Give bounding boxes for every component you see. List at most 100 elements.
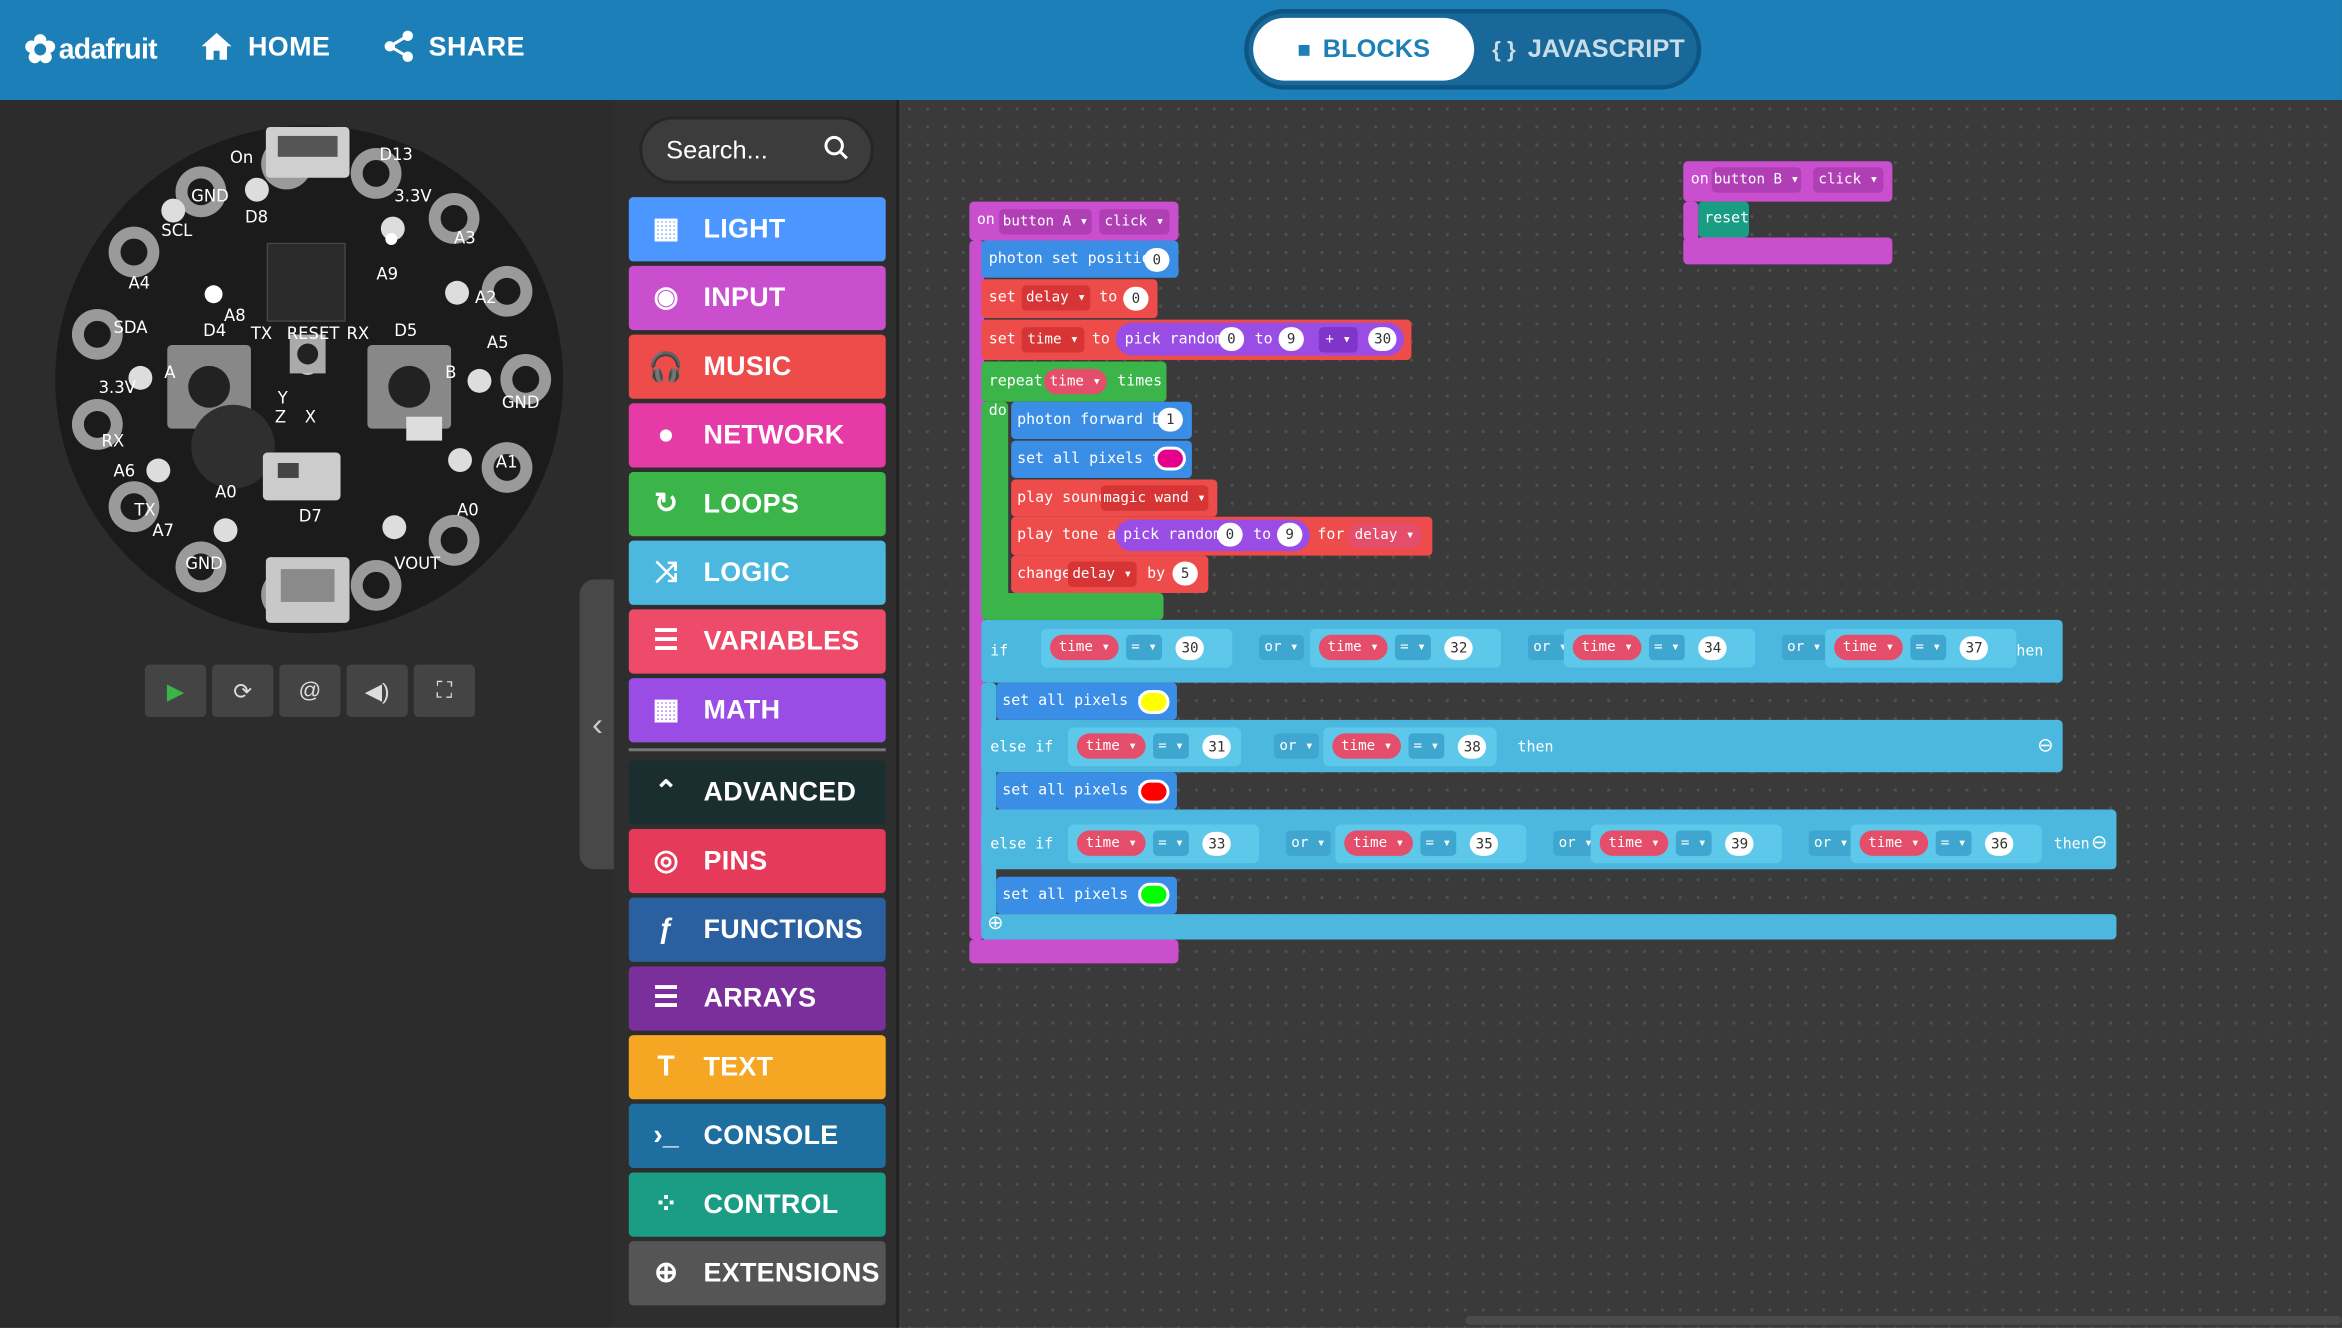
time-variable-pill[interactable]: time ▾ <box>1076 733 1146 759</box>
equals-dropdown[interactable]: = ▾ <box>1153 830 1189 856</box>
add-value[interactable]: 30 <box>1368 327 1398 351</box>
compare-value[interactable]: 39 <box>1725 831 1755 856</box>
compare-value[interactable]: 34 <box>1698 636 1728 661</box>
toolbox-category-input[interactable]: ◉ INPUT <box>628 265 886 331</box>
change-var-dropdown[interactable]: delay ▾ <box>1067 561 1137 587</box>
change-value[interactable]: 5 <box>1172 561 1198 586</box>
plus-operator-dropdown[interactable]: + ▾ <box>1318 327 1358 353</box>
board-pin-label: GND <box>502 393 540 412</box>
toolbox-category-network[interactable]: ● NETWORK <box>628 403 886 468</box>
button-b-dropdown[interactable]: button B ▾ <box>1711 167 1802 193</box>
toolbox-category-console[interactable]: ›_ CONSOLE <box>628 1103 886 1168</box>
sound-dropdown[interactable]: magic wand ▾ <box>1100 485 1209 511</box>
horizontal-scrollbar[interactable] <box>1465 1315 2342 1325</box>
time-variable-pill[interactable]: time ▾ <box>1050 634 1119 661</box>
pixel-color-swatch[interactable] <box>1154 446 1186 471</box>
equals-dropdown[interactable]: = ▾ <box>1648 634 1685 661</box>
set-label: set <box>988 289 1016 307</box>
time-variable-pill[interactable]: time ▾ <box>1572 634 1642 661</box>
compare-value[interactable]: 35 <box>1469 831 1499 856</box>
equals-dropdown[interactable]: = ▾ <box>1408 733 1445 759</box>
equals-dropdown[interactable]: = ▾ <box>1126 634 1163 661</box>
pixel-color-swatch[interactable] <box>1138 779 1170 804</box>
compare-value[interactable]: 37 <box>1959 636 1989 661</box>
compare-value[interactable]: 32 <box>1444 636 1474 661</box>
compare-value[interactable]: 36 <box>1984 831 2015 856</box>
if-foot[interactable] <box>981 914 2117 940</box>
play-button[interactable]: ▶ <box>144 664 207 717</box>
remove-else-if-icon[interactable]: ⊖ <box>2037 733 2053 757</box>
remove-else-if-2-icon[interactable]: ⊖ <box>2091 830 2107 854</box>
share-button[interactable]: SHARE <box>382 30 525 63</box>
position-value[interactable]: 0 <box>1144 247 1170 272</box>
time-variable-pill[interactable]: time ▾ <box>1599 830 1669 856</box>
board-pin-label: D8 <box>245 208 268 227</box>
toolbox-category-functions[interactable]: ƒ FUNCTIONS <box>628 897 886 962</box>
then-label-3: then <box>2053 836 2090 853</box>
slow-mode-button[interactable]: @ <box>279 664 341 717</box>
time-variable-pill[interactable]: time ▾ <box>1834 634 1903 661</box>
click-b-dropdown[interactable]: click ▾ <box>1813 167 1884 193</box>
time-variable-pill[interactable]: time ▾ <box>1332 733 1401 759</box>
time-variable-pill[interactable]: time ▾ <box>1344 830 1413 856</box>
time-variable-pill[interactable]: time ▾ <box>1859 830 1929 856</box>
toolbox-category-pins[interactable]: ◎ PINS <box>628 828 886 894</box>
toolbox-search-input[interactable]: Search... <box>639 116 874 184</box>
home-button[interactable]: HOME <box>199 30 331 63</box>
or-dropdown[interactable]: or ▾ <box>1808 830 1854 856</box>
compare-value[interactable]: 30 <box>1175 636 1205 661</box>
tab-javascript[interactable]: { } JAVASCRIPT <box>1480 18 1697 81</box>
toolbox-category-extensions[interactable]: ⊕ EXTENSIONS <box>628 1241 886 1306</box>
click-a-value: click <box>1104 213 1148 231</box>
delay-variable-dropdown[interactable]: delay ▾ <box>1021 285 1091 311</box>
equals-dropdown[interactable]: = ▾ <box>1910 634 1947 661</box>
equals-dropdown[interactable]: = ▾ <box>1935 830 1972 856</box>
pixel-color-swatch[interactable] <box>1138 882 1170 907</box>
time-variable-pill[interactable]: time ▾ <box>1076 830 1146 856</box>
fullscreen-button[interactable]: ⛶ <box>413 664 475 717</box>
compare-value[interactable]: 38 <box>1457 734 1487 759</box>
tone-random-to[interactable]: 9 <box>1277 522 1303 547</box>
random-from[interactable]: 0 <box>1218 327 1245 351</box>
or-dropdown[interactable]: or ▾ <box>1781 634 1827 661</box>
reset-label: reset <box>1704 210 1750 228</box>
toolbox-category-control[interactable]: ⁘ CONTROL <box>628 1172 886 1237</box>
time-variable-dropdown[interactable]: time ▾ <box>1021 327 1085 353</box>
forward-value[interactable]: 1 <box>1157 407 1183 432</box>
collapse-simulator-button[interactable]: ‹ <box>579 579 616 870</box>
toolbox-category-light[interactable]: ▦ LIGHT <box>628 197 886 262</box>
tone-random-from[interactable]: 0 <box>1217 522 1243 547</box>
delay-var-tone-dropdown[interactable]: delay ▾ <box>1347 522 1422 549</box>
toolbox-category-variables[interactable]: ☰ VARIABLES <box>628 609 886 674</box>
pixel-color-swatch[interactable] <box>1138 690 1170 714</box>
blocks-workspace[interactable]: on button B ▾ click ▾ reset on button A … <box>900 100 2342 1328</box>
toolbox-category-advanced[interactable]: ⌃ ADVANCED <box>628 760 886 825</box>
equals-dropdown[interactable]: = ▾ <box>1395 634 1431 661</box>
circuit-playground-board[interactable]: On D13GND 3.3VSCL A3A4A2SDAA5D8A9A8TX RESET R… <box>54 124 565 635</box>
add-else-icon[interactable]: ⊕ <box>987 911 1003 935</box>
random-to[interactable]: 9 <box>1278 327 1304 351</box>
equals-dropdown[interactable]: = ▾ <box>1420 830 1457 856</box>
or-dropdown[interactable]: or ▾ <box>1259 634 1304 661</box>
equals-dropdown[interactable]: = ▾ <box>1153 733 1189 759</box>
time-var-dropdown[interactable]: time ▾ <box>1044 368 1107 395</box>
toolbox-category-math[interactable]: ▦ MATH <box>628 678 886 743</box>
button-a-dropdown[interactable]: button A ▾ <box>999 209 1092 235</box>
toolbox-category-logic[interactable]: ⤨ LOGIC <box>628 540 886 605</box>
time-variable-pill[interactable]: time ▾ <box>1318 634 1388 661</box>
click-a-dropdown[interactable]: click ▾ <box>1099 209 1170 235</box>
compare-value[interactable]: 31 <box>1202 734 1232 759</box>
mute-button[interactable]: ◀) <box>346 664 408 717</box>
adafruit-logo[interactable]: ✿ adafruit <box>24 27 158 73</box>
or-dropdown[interactable]: or ▾ <box>1274 733 1319 759</box>
toolbox-category-music[interactable]: 🎧 MUSIC <box>628 334 886 399</box>
or-dropdown[interactable]: or ▾ <box>1285 830 1331 856</box>
toolbox-category-arrays[interactable]: ☰ ARRAYS <box>628 966 886 1031</box>
tab-blocks[interactable]: ■ BLOCKS <box>1253 17 1475 81</box>
equals-dropdown[interactable]: = ▾ <box>1675 830 1712 856</box>
toolbox-category-loops[interactable]: ↻ LOOPS <box>628 471 886 537</box>
compare-value[interactable]: 33 <box>1202 831 1232 856</box>
restart-button[interactable]: ⟳ <box>212 664 274 717</box>
toolbox-category-text[interactable]: T TEXT <box>628 1035 886 1100</box>
delay-init-value[interactable]: 0 <box>1123 286 1149 311</box>
